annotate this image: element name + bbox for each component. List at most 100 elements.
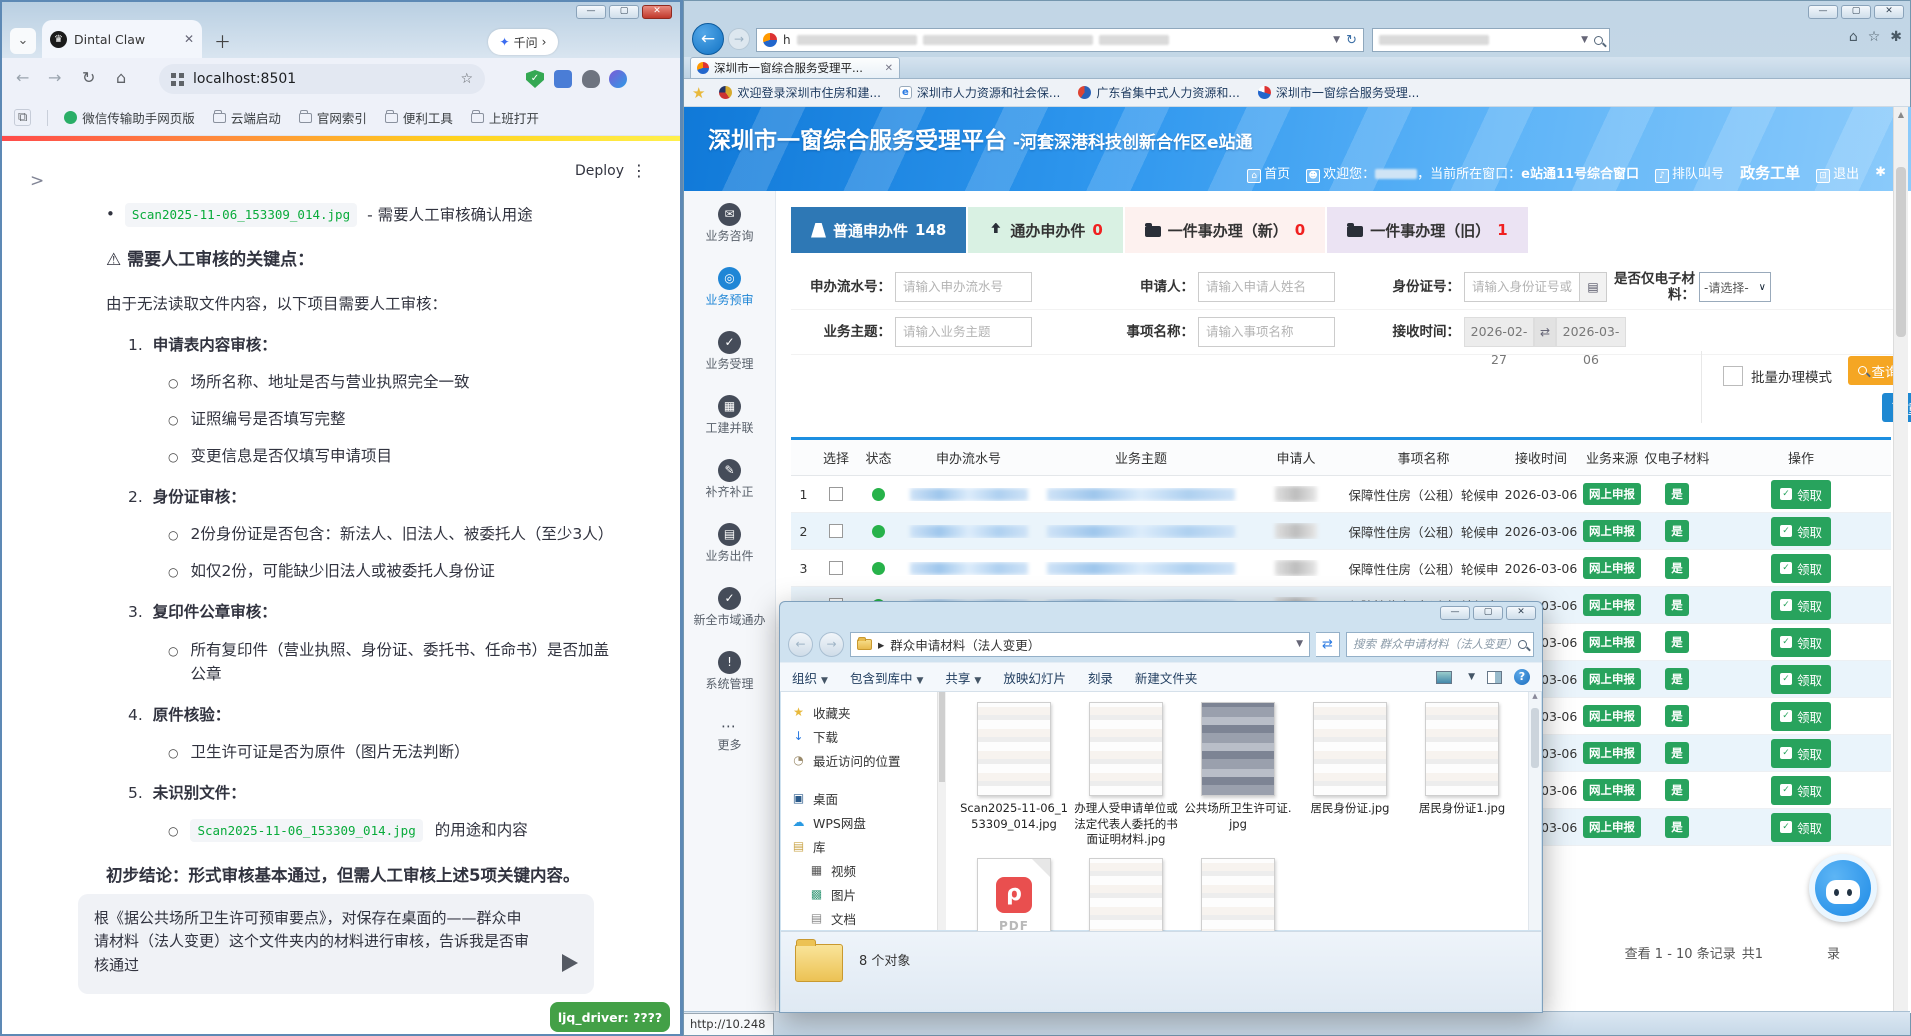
- toolbar-item[interactable]: 放映幻灯片: [1003, 668, 1066, 687]
- view-thumbnails-icon[interactable]: [1436, 670, 1453, 684]
- nav-queue[interactable]: ♪ 排队叫号: [1655, 163, 1724, 183]
- favorite-item[interactable]: 广东省集中式人力资源和...: [1078, 84, 1240, 101]
- favorite-item[interactable]: e 深圳市人力资源和社会保...: [898, 84, 1060, 101]
- ie-settings-icon[interactable]: ✱: [1890, 29, 1902, 45]
- sidebar-item-1[interactable]: ✉ 业务咨询: [684, 191, 775, 255]
- id-card-reader-button[interactable]: ▤: [1580, 272, 1607, 302]
- forward-icon[interactable]: →: [48, 68, 61, 87]
- nav-logout[interactable]: ⊡ 退出: [1816, 163, 1859, 183]
- ie-refresh-icon[interactable]: ↻: [1346, 33, 1357, 48]
- toolbar-item[interactable]: 新建文件夹: [1135, 668, 1198, 687]
- ie-search-box[interactable]: ▼: [1372, 28, 1610, 52]
- page-scrollbar[interactable]: ▲: [1893, 107, 1908, 1011]
- explorer-refresh-icon[interactable]: ⇄: [1316, 631, 1340, 657]
- menu-kebab-icon[interactable]: ⋮: [631, 161, 648, 180]
- nav-home[interactable]: ⌂ 首页: [1247, 163, 1290, 183]
- file-item[interactable]: 公共场所卫生许可证.jpg: [1182, 702, 1294, 848]
- profile-avatar[interactable]: [609, 70, 627, 88]
- explorer-breadcrumb[interactable]: ▸ 群众申请材料（法人变更） ▼: [850, 631, 1310, 657]
- extension-ghost-icon[interactable]: [582, 70, 600, 88]
- home-icon[interactable]: ⌂: [116, 68, 126, 87]
- ie-address-bar[interactable]: h ▼ ↻: [756, 28, 1364, 52]
- maximize-button[interactable]: ▢: [609, 5, 639, 19]
- eonly-select[interactable]: -请选择- ∨: [1699, 272, 1771, 302]
- file-item[interactable]: 居民身份证.jpg: [1294, 702, 1406, 848]
- tab-close-icon[interactable]: ✕: [184, 32, 194, 46]
- ie-favorites-icon[interactable]: ☆: [1868, 29, 1881, 45]
- chat-input[interactable]: 根《据公共场所卫生许可预审要点》，对保存在桌面的——群众申请材料（法人变更）这个…: [78, 894, 594, 994]
- explorer-nav-recent[interactable]: ◔ 最近访问的位置: [791, 748, 937, 772]
- file-item[interactable]: 居民身份证1.jpg: [1406, 702, 1518, 848]
- browser-tab[interactable]: ♛ Dintal Claw ✕: [42, 20, 202, 58]
- explorer-nav-desktop[interactable]: ▣ 桌面: [791, 786, 937, 810]
- sidebar-expand-icon[interactable]: >: [30, 171, 44, 191]
- date-to-input[interactable]: 2026-03-06: [1556, 317, 1626, 367]
- ie-tab-close-icon[interactable]: ✕: [885, 63, 893, 74]
- file-item[interactable]: 办理人受申请单位或法定代表人委托的书面证明材料.jpg: [1070, 702, 1182, 848]
- toolbar-item[interactable]: 刻录: [1088, 668, 1113, 687]
- toolbar-item[interactable]: 组织 ▼: [792, 668, 828, 687]
- work-tab-3[interactable]: 一件事办理（新） 0: [1124, 207, 1326, 253]
- help-icon[interactable]: ?: [1514, 669, 1530, 685]
- id-input[interactable]: [1464, 272, 1580, 302]
- send-icon[interactable]: [562, 954, 578, 972]
- bookmark-item[interactable]: 便利工具: [384, 108, 453, 127]
- claim-button[interactable]: ✓ 领取: [1770, 627, 1831, 657]
- back-icon[interactable]: ←: [16, 68, 29, 87]
- bookmark-item[interactable]: 云端启动: [212, 108, 281, 127]
- reload-icon[interactable]: ↻: [82, 68, 95, 87]
- sidebar-item-8[interactable]: ! 系统管理: [684, 639, 775, 703]
- explorer-nav-download[interactable]: ↓ 下载: [791, 724, 937, 748]
- file-item[interactable]: Scan2025-11-06_153309_014.jpg: [958, 702, 1070, 848]
- bookmark-item[interactable]: 上班打开: [470, 108, 539, 127]
- apps-icon[interactable]: ⧉: [14, 109, 32, 126]
- explorer-nav-picture[interactable]: ▩ 图片: [791, 882, 937, 906]
- explorer-maximize-button[interactable]: ▢: [1473, 606, 1503, 620]
- claim-button[interactable]: ✓ 领取: [1770, 516, 1831, 546]
- sidebar-scrollbar[interactable]: [937, 692, 946, 930]
- explorer-forward-icon[interactable]: →: [819, 631, 844, 657]
- explorer-nav-cloud[interactable]: ☁ WPS网盘: [791, 810, 937, 834]
- assistant-robot-icon[interactable]: [1809, 854, 1877, 922]
- ie-tab[interactable]: 深圳市一窗综合服务受理平... ✕: [690, 57, 900, 78]
- deploy-button[interactable]: Deploy: [575, 163, 624, 179]
- claim-button[interactable]: ✓ 领取: [1770, 664, 1831, 694]
- nav-settings-icon[interactable]: ✱: [1875, 165, 1886, 180]
- adblock-shield-icon[interactable]: ✓: [526, 70, 544, 88]
- ie-back-icon[interactable]: ←: [692, 23, 724, 55]
- date-from-input[interactable]: 2026-02-27: [1464, 317, 1534, 367]
- explorer-nav-video[interactable]: ▦ 视频: [791, 858, 937, 882]
- explorer-close-button[interactable]: ✕: [1506, 606, 1536, 620]
- toolbar-item[interactable]: 共享 ▼: [945, 668, 981, 687]
- explorer-back-icon[interactable]: ←: [788, 631, 813, 657]
- bookmark-star-icon[interactable]: ☆: [460, 71, 473, 87]
- sidebar-item-6[interactable]: ▤ 业务出件: [684, 511, 775, 575]
- explorer-search-box[interactable]: 搜索 群众申请材料（法人变更）: [1346, 631, 1534, 657]
- serial-input[interactable]: [895, 272, 1032, 302]
- toolbar-item[interactable]: 包含到库中 ▼: [850, 668, 923, 687]
- new-tab-button[interactable]: ＋: [214, 28, 231, 53]
- claim-button[interactable]: ✓ 领取: [1770, 701, 1831, 731]
- favorite-item[interactable]: 深圳市一窗综合服务受理...: [1257, 84, 1419, 101]
- address-bar[interactable]: localhost:8501 ☆: [159, 64, 485, 94]
- explorer-minimize-button[interactable]: —: [1440, 606, 1470, 620]
- ie-home-icon[interactable]: ⌂: [1849, 29, 1858, 45]
- claim-button[interactable]: ✓ 领取: [1770, 479, 1831, 509]
- ie-minimize-button[interactable]: —: [1808, 5, 1838, 19]
- ie-forward-icon[interactable]: →: [728, 28, 750, 50]
- scroll-up-icon[interactable]: ▲: [1894, 107, 1908, 122]
- topic-input[interactable]: [895, 317, 1032, 347]
- sidebar-item-4[interactable]: ▦ 工建并联: [684, 383, 775, 447]
- claim-button[interactable]: ✓ 领取: [1770, 590, 1831, 620]
- sidebar-item-9[interactable]: ⋯ 更多: [684, 703, 775, 767]
- item-name-input[interactable]: [1198, 317, 1335, 347]
- row-checkbox[interactable]: [829, 524, 843, 538]
- extension-blue-icon[interactable]: [554, 70, 572, 88]
- work-tab-1[interactable]: 普通申办件 148: [791, 207, 967, 253]
- claim-button[interactable]: ✓ 领取: [1770, 775, 1831, 805]
- search-dropdown-icon[interactable]: ▼: [1581, 35, 1588, 45]
- scrollbar-thumb[interactable]: [1896, 167, 1906, 337]
- claim-button[interactable]: ✓ 领取: [1770, 738, 1831, 768]
- applicant-input[interactable]: [1198, 272, 1335, 302]
- work-tab-4[interactable]: 一件事办理（旧） 1: [1327, 207, 1528, 253]
